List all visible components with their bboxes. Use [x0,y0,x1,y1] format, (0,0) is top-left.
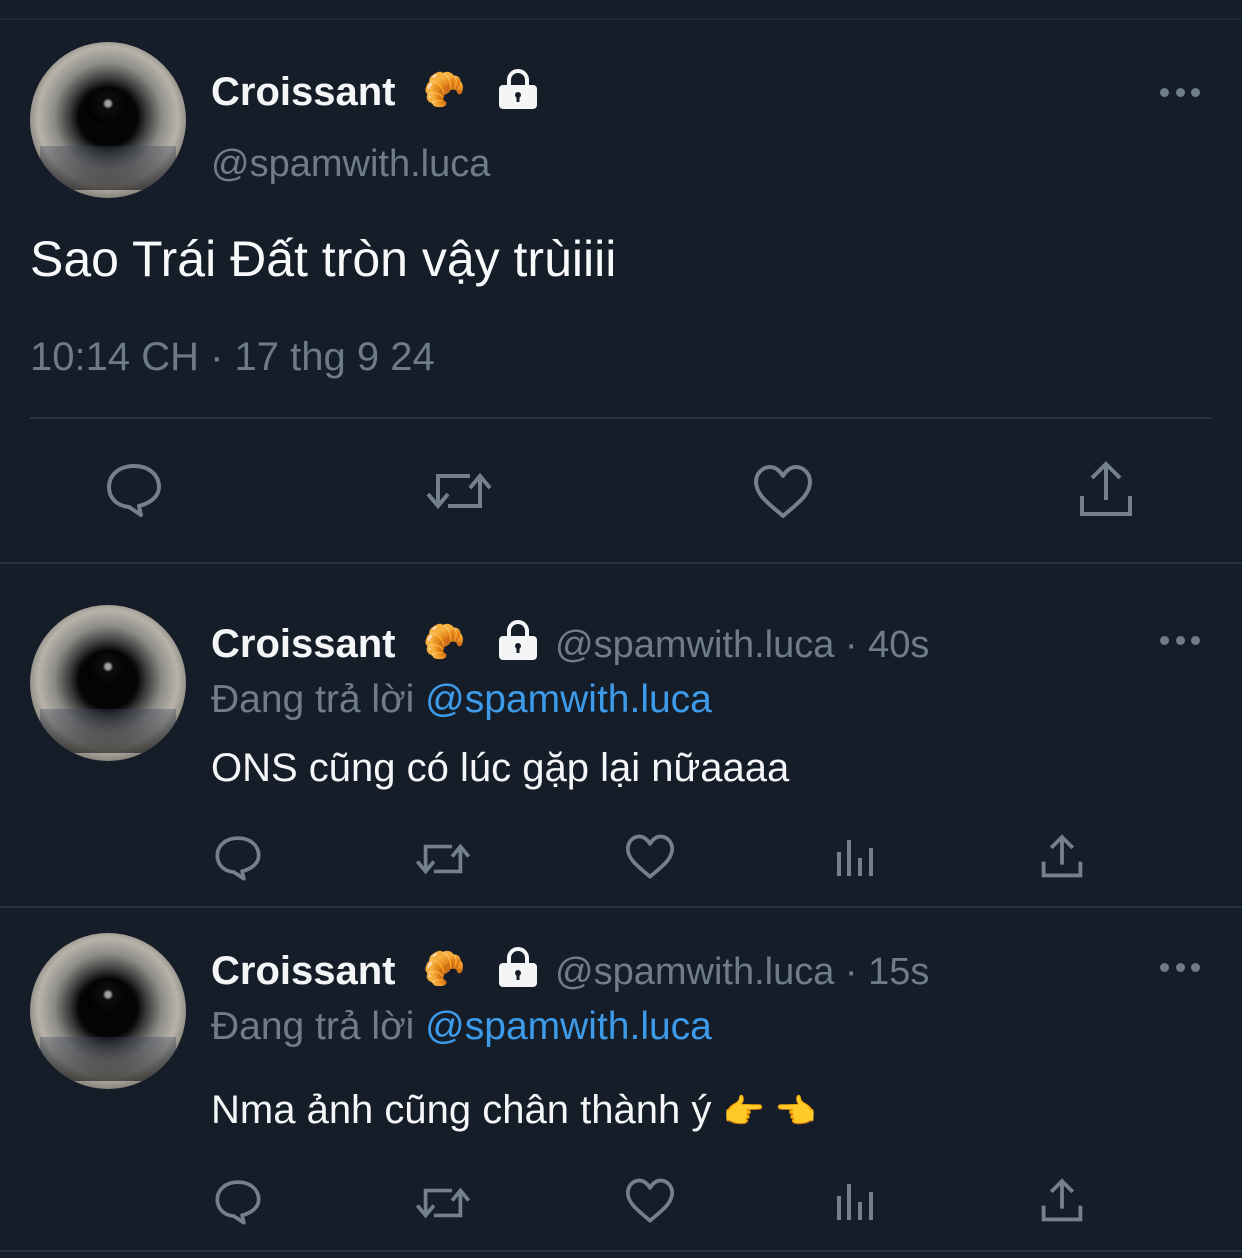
tweet-timestamp: 10:14 CH · 17 thg 9 24 [30,335,435,379]
top-divider [0,18,1242,20]
lock-icon [497,619,539,661]
reply-text: ONS cũng có lúc gặp lại nữaaaa [211,746,790,790]
reply-icon[interactable] [105,462,163,518]
display-name[interactable]: Croissant [211,949,396,994]
croissant-emoji: 🥐 [423,950,466,988]
reply-icon[interactable] [214,834,262,882]
replying-to: Đang trả lời @spamwith.luca [211,678,712,722]
avatar[interactable] [30,605,186,761]
reply-divider [0,906,1242,908]
like-icon[interactable] [752,464,814,520]
replying-to: Đang trả lời @spamwith.luca [211,1005,712,1049]
handle[interactable]: @spamwith.luca [211,143,490,186]
tweet-text: Sao Trái Đất tròn vậy trùiiii [30,231,617,287]
display-name[interactable]: Croissant [211,70,396,115]
more-options-icon[interactable] [1160,88,1200,100]
lock-icon [497,68,539,110]
share-icon[interactable] [1078,460,1134,520]
like-icon[interactable] [624,1178,676,1224]
views-icon[interactable] [835,838,877,878]
more-options-icon[interactable] [1160,636,1200,648]
replying-to-label: Đang trả lời [211,1005,415,1048]
handle-timestamp[interactable]: @spamwith.luca · 15s [555,951,929,994]
pointing-hands-emoji: 👉 👈 [722,1093,817,1131]
reply-text-body: Nma ảnh cũng chân thành ý [211,1088,712,1132]
main-tweet-divider [30,417,1212,419]
mention-link[interactable]: @spamwith.luca [425,1005,712,1048]
thread-divider [0,562,1242,564]
croissant-emoji: 🥐 [423,71,466,109]
avatar[interactable] [30,933,186,1089]
handle-timestamp[interactable]: @spamwith.luca · 40s [555,624,929,667]
retweet-icon[interactable] [414,1182,472,1224]
share-icon[interactable] [1040,1178,1084,1224]
croissant-emoji: 🥐 [423,623,466,661]
like-icon[interactable] [624,834,676,880]
display-name[interactable]: Croissant [211,622,396,667]
mention-link[interactable]: @spamwith.luca [425,678,712,721]
more-options-icon[interactable] [1160,963,1200,975]
views-icon[interactable] [835,1182,877,1222]
retweet-icon[interactable] [414,838,472,880]
retweet-icon[interactable] [424,466,494,516]
share-icon[interactable] [1040,834,1084,880]
replying-to-label: Đang trả lời [211,678,415,721]
reply-text: Nma ảnh cũng chân thành ý 👉 👈 [211,1088,817,1133]
reply-icon[interactable] [214,1178,262,1226]
lock-icon [497,946,539,988]
bottom-divider [0,1250,1242,1252]
avatar[interactable] [30,42,186,198]
